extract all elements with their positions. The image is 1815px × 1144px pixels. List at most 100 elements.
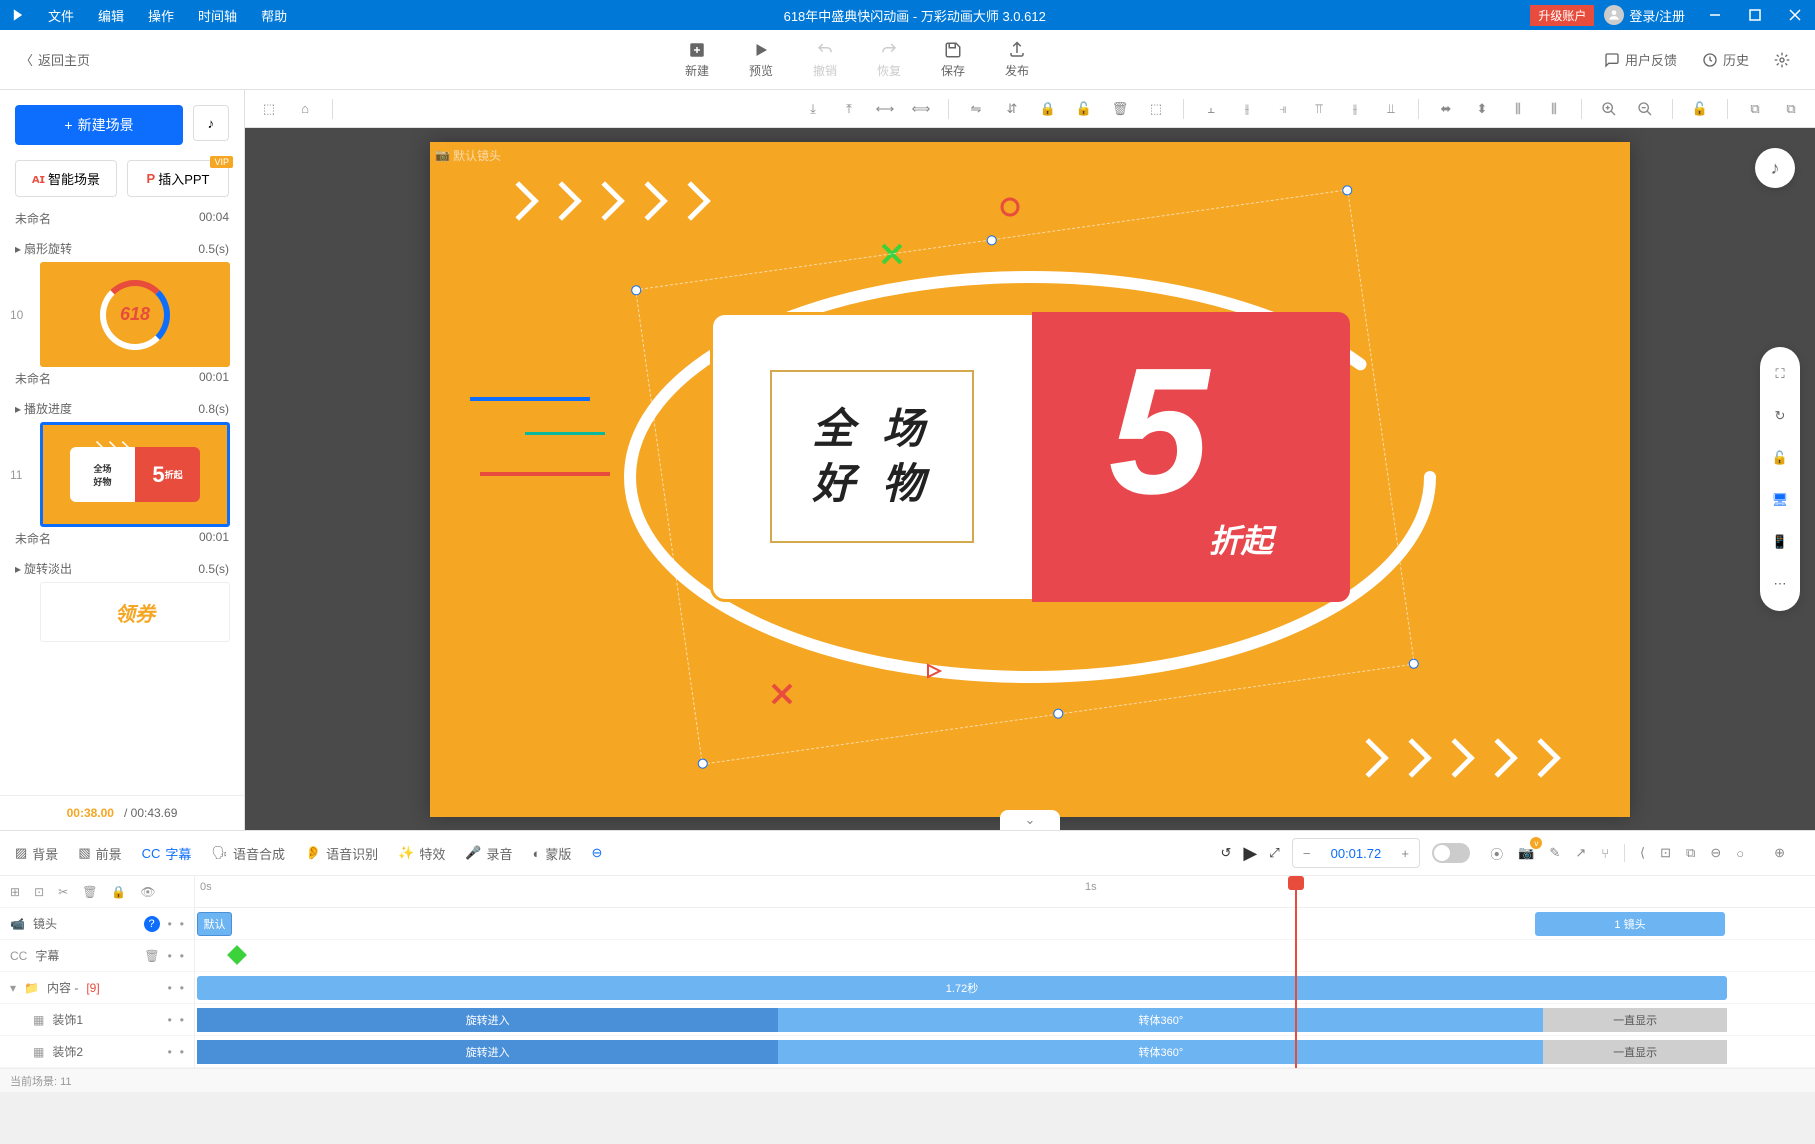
menu-file[interactable]: 文件 bbox=[36, 0, 86, 30]
clip-out[interactable]: 一直显示 bbox=[1543, 1008, 1727, 1032]
unlock-icon[interactable]: 🔓 bbox=[1768, 446, 1792, 470]
add-right-icon[interactable]: ⊡ bbox=[34, 885, 44, 899]
track-camera[interactable]: 📹 镜头 ? • • bbox=[0, 908, 194, 940]
scene-item[interactable]: 未命名00:01 bbox=[15, 367, 229, 390]
history-button[interactable]: 历史 bbox=[1702, 50, 1749, 69]
dot-icon[interactable]: • bbox=[168, 949, 172, 963]
fullscreen-icon[interactable]: ⛶ bbox=[1768, 362, 1792, 386]
dot-icon[interactable]: • bbox=[180, 981, 184, 995]
timeline-track[interactable]: 默认 1 镜头 bbox=[195, 908, 1815, 940]
eye-icon[interactable]: 👁 bbox=[140, 885, 155, 899]
transition-row[interactable]: ▸旋转淡出0.5(s) bbox=[15, 555, 229, 582]
menu-edit[interactable]: 编辑 bbox=[86, 0, 136, 30]
timeline-ruler[interactable]: 0s 1s bbox=[195, 876, 1815, 908]
dot-icon[interactable]: • bbox=[168, 1013, 172, 1027]
dot-icon[interactable]: • bbox=[168, 917, 172, 931]
tab-background[interactable]: ▨背景 bbox=[15, 844, 58, 863]
dist-3-icon[interactable]: ⫼ bbox=[1504, 95, 1532, 123]
cut-icon[interactable]: ✂ bbox=[58, 885, 68, 899]
scene-thumbnail[interactable]: 领券 bbox=[40, 582, 230, 642]
login-link[interactable]: 登录/注册 bbox=[1629, 6, 1685, 25]
avatar-icon[interactable] bbox=[1604, 5, 1624, 25]
tab-mask[interactable]: ◐蒙版 bbox=[533, 844, 572, 863]
clip-mid[interactable]: 转体360° bbox=[778, 1040, 1543, 1064]
transition-row[interactable]: ▸扇形旋转0.5(s) bbox=[15, 235, 229, 262]
smart-scene-button[interactable]: ᴀɪ智能场景 bbox=[15, 160, 117, 197]
align-right-icon[interactable]: ⫣ bbox=[1269, 95, 1297, 123]
clip-content[interactable]: 1.72秒 bbox=[197, 976, 1727, 1000]
unlock-icon[interactable]: 🔓 bbox=[1070, 95, 1098, 123]
flip-v-icon[interactable]: ⇵ bbox=[998, 95, 1026, 123]
collapse-button[interactable]: ⌄ bbox=[1000, 810, 1060, 830]
lock-icon[interactable]: 🔒 bbox=[1034, 95, 1062, 123]
dot-icon[interactable]: • bbox=[168, 981, 172, 995]
clip-camera[interactable]: 1 镜头 bbox=[1535, 912, 1725, 936]
align-hcenter-icon[interactable]: ⫲ bbox=[1233, 95, 1261, 123]
tab-asr[interactable]: 👂语音识别 bbox=[305, 844, 378, 863]
arrow-icon[interactable]: ↗ bbox=[1575, 845, 1586, 861]
play-icon[interactable]: ▶ bbox=[1243, 843, 1257, 864]
mobile-icon[interactable]: 📱 bbox=[1768, 530, 1792, 554]
align-middle-icon[interactable]: ⟷ bbox=[871, 95, 899, 123]
align-center-icon[interactable]: ⟺ bbox=[907, 95, 935, 123]
slider-icon[interactable]: ○ bbox=[1736, 846, 1744, 861]
tab-tts[interactable]: 🗣语音合成 bbox=[211, 844, 285, 863]
menu-timeline[interactable]: 时间轴 bbox=[186, 0, 249, 30]
close-button[interactable] bbox=[1775, 0, 1815, 30]
dist-v-icon[interactable]: ⬍ bbox=[1468, 95, 1496, 123]
tab-foreground[interactable]: ▧前景 bbox=[78, 844, 121, 863]
crop-icon[interactable]: ⬚ bbox=[1142, 95, 1170, 123]
publish-action[interactable]: 发布 bbox=[1005, 41, 1029, 79]
music-button[interactable]: ♪ bbox=[193, 105, 229, 141]
paste-icon[interactable]: ⧉ bbox=[1777, 95, 1805, 123]
num-icon[interactable]: ⧉ bbox=[1686, 845, 1695, 861]
rewind-icon[interactable]: ↺ bbox=[1220, 845, 1231, 861]
dot-icon[interactable]: • bbox=[180, 1013, 184, 1027]
left-icon[interactable]: ⟨ bbox=[1640, 845, 1645, 861]
clip-in[interactable]: 旋转进入 bbox=[197, 1008, 778, 1032]
add-icon[interactable]: ⊕ bbox=[1774, 845, 1785, 861]
new-action[interactable]: 新建 bbox=[685, 41, 709, 79]
minimize-button[interactable] bbox=[1695, 0, 1735, 30]
scene-item[interactable]: 未命名00:04 bbox=[15, 207, 229, 230]
scene-item[interactable]: 未命名00:01 bbox=[15, 527, 229, 550]
box-icon[interactable]: ⊡ bbox=[1660, 845, 1671, 861]
dot-icon[interactable]: • bbox=[180, 949, 184, 963]
desktop-icon[interactable]: 🖥 bbox=[1768, 488, 1792, 512]
filter-icon[interactable]: ⑂ bbox=[1601, 846, 1609, 861]
transition-row[interactable]: ▸播放进度0.8(s) bbox=[15, 395, 229, 422]
camera-icon[interactable]: 📷v bbox=[1518, 845, 1534, 861]
del-icon[interactable]: 🗑 bbox=[82, 885, 97, 899]
back-home-button[interactable]: 〈 返回主页 bbox=[0, 50, 110, 69]
floating-music-button[interactable]: ♪ bbox=[1755, 148, 1795, 188]
dist-h-icon[interactable]: ⬌ bbox=[1432, 95, 1460, 123]
timeline-track[interactable]: 1.72秒 bbox=[195, 972, 1815, 1004]
scene-thumbnail[interactable]: 618 bbox=[40, 262, 230, 367]
zoom-in-icon[interactable] bbox=[1595, 95, 1623, 123]
tab-subtitle[interactable]: CC字幕 bbox=[142, 844, 192, 863]
align-t-icon[interactable]: ⫪ bbox=[1305, 95, 1333, 123]
feedback-button[interactable]: 用户反馈 bbox=[1604, 50, 1677, 69]
menu-help[interactable]: 帮助 bbox=[249, 0, 299, 30]
dot-icon[interactable]: • bbox=[180, 1045, 184, 1059]
zoom-out-icon[interactable] bbox=[1631, 95, 1659, 123]
maximize-button[interactable] bbox=[1735, 0, 1775, 30]
edit-icon[interactable]: ✎ bbox=[1549, 845, 1560, 861]
delete-icon[interactable]: 🗑 bbox=[1106, 95, 1134, 123]
scene-thumbnail-selected[interactable]: 全场好物5折起 bbox=[40, 422, 230, 527]
align-left-icon[interactable]: ⫠ bbox=[1197, 95, 1225, 123]
help-icon[interactable]: ? bbox=[144, 916, 160, 932]
clip-mid[interactable]: 转体360° bbox=[778, 1008, 1543, 1032]
undo-action[interactable]: 撤销 bbox=[813, 41, 837, 79]
unlock2-icon[interactable]: 🔓 bbox=[1686, 95, 1714, 123]
home-icon[interactable]: ⌂ bbox=[291, 95, 319, 123]
time-minus-button[interactable]: − bbox=[1293, 839, 1321, 867]
tab-fx[interactable]: ✨特效 bbox=[398, 844, 445, 863]
dot-icon[interactable]: • bbox=[168, 1045, 172, 1059]
dist-4-icon[interactable]: ⫼ bbox=[1540, 95, 1568, 123]
keyframe-icon[interactable] bbox=[227, 945, 247, 965]
del-icon[interactable]: 🗑 bbox=[144, 949, 159, 963]
save-action[interactable]: 保存 bbox=[941, 41, 965, 79]
playhead[interactable] bbox=[1295, 876, 1297, 1068]
clip-group[interactable]: 旋转进入 转体360° 一直显示 bbox=[197, 1040, 1727, 1064]
